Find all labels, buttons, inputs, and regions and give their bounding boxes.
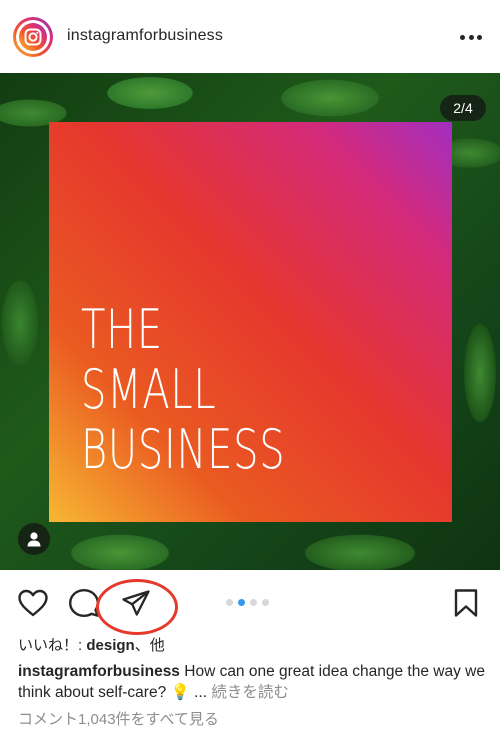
graphic-line: BUSINESS [81,418,286,481]
user-tag-icon[interactable] [18,523,50,555]
post-graphic: THE SMALL BUSINESS [49,122,452,522]
read-more-link[interactable]: 続きを読む [211,684,289,701]
action-bar [0,570,500,635]
heart-icon[interactable] [16,588,50,618]
likes-prefix: いいね！: [18,637,87,654]
instagram-logo-icon [16,20,50,54]
carousel-dot [262,599,269,606]
post-username[interactable]: instagramforbusiness [67,27,223,45]
carousel-dot-active [238,599,245,606]
graphic-line: SMALL [81,358,217,421]
likes-line: いいね！: design、他 [18,634,165,655]
bookmark-icon[interactable] [452,587,480,619]
carousel-dots [226,599,269,606]
caption-ellipsis: ... [189,684,212,701]
post-media[interactable]: THE SMALL BUSINESS 2/4 [0,73,500,570]
caption-username[interactable]: instagramforbusiness [18,663,180,680]
graphic-line: THE [81,298,163,361]
carousel-counter: 2/4 [440,95,486,121]
carousel-dot [250,599,257,606]
paper-plane-icon[interactable] [116,584,156,622]
carousel-dot [226,599,233,606]
post-caption: instagramforbusiness How can one great i… [18,661,488,703]
profile-avatar[interactable] [13,17,53,57]
view-all-comments-link[interactable]: コメント1,043件をすべて見る [18,708,219,729]
more-options-icon[interactable] [460,28,482,46]
graphic-text: THE SMALL BUSINESS [81,300,357,480]
likes-suffix[interactable]: 、他 [135,637,165,654]
likes-name[interactable]: design [86,637,134,654]
post-header: instagramforbusiness [0,0,500,73]
